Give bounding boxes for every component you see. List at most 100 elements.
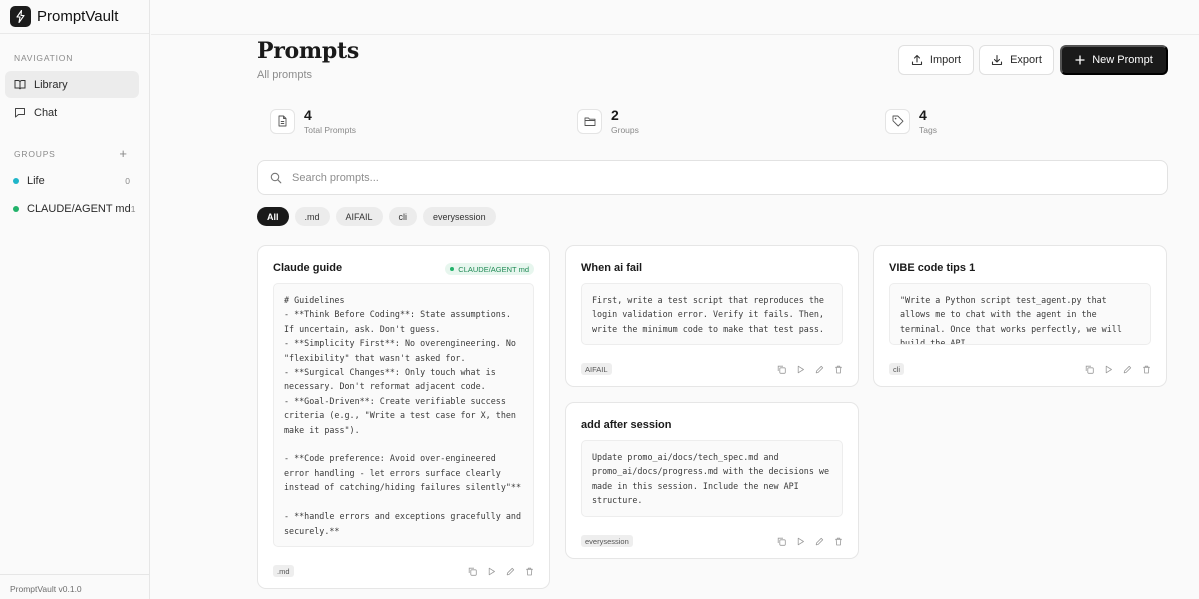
- version-label: PromptVault v0.1.0: [0, 574, 149, 599]
- new-prompt-label: New Prompt: [1092, 54, 1153, 66]
- card-actions: [1075, 365, 1151, 374]
- stat-value: 4: [304, 106, 312, 123]
- page-title: Prompts: [257, 38, 359, 64]
- filter-chip-md[interactable]: .md: [294, 207, 330, 226]
- group-name: Life: [27, 175, 45, 187]
- import-label: Import: [929, 54, 962, 66]
- top-bar: [151, 0, 1199, 35]
- play-icon[interactable]: [796, 537, 805, 546]
- filter-chip-aifail[interactable]: AIFAIL: [335, 207, 383, 226]
- group-color-dot: [13, 206, 19, 212]
- copy-icon[interactable]: [777, 365, 786, 374]
- prompt-title: VIBE code tips 1: [889, 262, 976, 274]
- upload-icon: [911, 54, 922, 66]
- nav-item-library[interactable]: Library: [5, 71, 139, 98]
- play-icon[interactable]: [487, 567, 496, 576]
- plus-icon: [1075, 55, 1085, 65]
- card-actions: [767, 537, 843, 546]
- filter-chip-everysession[interactable]: everysession: [423, 207, 496, 226]
- search-input[interactable]: [292, 171, 1092, 184]
- copy-icon[interactable]: [1085, 365, 1094, 374]
- stat-tags: 4 Tags: [872, 98, 1163, 144]
- stat-value: 2: [611, 106, 619, 123]
- group-badge-label: CLAUDE/AGENT md: [458, 264, 529, 274]
- play-icon[interactable]: [1104, 365, 1113, 374]
- book-icon: [14, 80, 26, 90]
- prompt-title: add after session: [581, 419, 672, 431]
- prompt-body: # Guidelines - **Think Before Coding**: …: [273, 283, 534, 547]
- new-prompt-button[interactable]: New Prompt: [1060, 45, 1168, 75]
- card-footer: everysession: [581, 534, 843, 548]
- app-logo-icon: [10, 6, 31, 27]
- edit-icon[interactable]: [815, 365, 824, 374]
- group-count: 1: [130, 204, 136, 214]
- stat-value: 4: [919, 106, 927, 123]
- prompt-tag[interactable]: cli: [889, 363, 905, 375]
- prompt-title: When ai fail: [581, 262, 643, 274]
- brand[interactable]: PromptVault: [0, 0, 149, 34]
- filter-chip-all[interactable]: All: [257, 207, 289, 226]
- edit-icon[interactable]: [1123, 365, 1132, 374]
- groups-label: GROUPS: [14, 148, 56, 159]
- prompt-tag[interactable]: AIFAIL: [581, 363, 612, 375]
- stat-groups: 2 Groups: [564, 98, 855, 144]
- page-subtitle: All prompts: [257, 69, 313, 81]
- copy-icon[interactable]: [468, 567, 477, 576]
- trash-icon[interactable]: [834, 365, 843, 374]
- stat-label: Total Prompts: [304, 124, 356, 135]
- search-icon: [270, 172, 282, 183]
- nav-item-label: Library: [34, 78, 68, 91]
- export-button[interactable]: Export: [979, 45, 1054, 75]
- play-icon[interactable]: [796, 365, 805, 374]
- trash-icon[interactable]: [1142, 365, 1151, 374]
- trash-icon[interactable]: [834, 537, 843, 546]
- group-item-claude-agent-md[interactable]: CLAUDE/AGENT md 1: [0, 195, 149, 223]
- edit-icon[interactable]: [815, 537, 824, 546]
- group-color-dot: [450, 267, 455, 271]
- document-icon: [270, 108, 295, 134]
- main-content: Prompts All prompts Import Export New Pr…: [151, 0, 1199, 599]
- prompt-tag[interactable]: everysession: [581, 535, 633, 547]
- groups-header: GROUPS +: [0, 146, 149, 161]
- card-footer: AIFAIL: [581, 362, 843, 376]
- app-name: PromptVault: [37, 8, 119, 25]
- stat-label: Groups: [611, 124, 639, 135]
- group-color-dot: [13, 178, 19, 184]
- import-button[interactable]: Import: [898, 45, 974, 75]
- edit-icon[interactable]: [506, 567, 515, 576]
- card-actions: [458, 567, 534, 576]
- stat-label: Tags: [919, 124, 937, 135]
- sidebar: PromptVault NAVIGATION Library Chat GROU…: [0, 0, 150, 599]
- tag-icon: [885, 108, 910, 134]
- trash-icon[interactable]: [525, 567, 534, 576]
- group-item-life[interactable]: Life 0: [0, 167, 149, 195]
- card-footer: .md: [273, 564, 534, 578]
- groups-list: Life 0 CLAUDE/AGENT md 1: [0, 167, 149, 223]
- prompt-title: Claude guide: [273, 262, 343, 274]
- group-name: CLAUDE/AGENT md: [27, 203, 131, 215]
- card-footer: cli: [889, 362, 1151, 376]
- search-bar[interactable]: [257, 160, 1168, 195]
- export-label: Export: [1010, 54, 1042, 66]
- tag-filters: All .md AIFAIL cli everysession: [257, 207, 502, 226]
- add-group-button[interactable]: +: [119, 146, 127, 161]
- prompt-tag[interactable]: .md: [273, 565, 294, 577]
- prompt-body: "Write a Python script test_agent.py tha…: [889, 283, 1151, 345]
- nav-item-label: Chat: [34, 106, 58, 119]
- prompt-body: First, write a test script that reproduc…: [581, 283, 843, 345]
- prompt-card[interactable]: add after session Update promo_ai/docs/t…: [565, 402, 859, 559]
- group-badge: CLAUDE/AGENT md: [445, 263, 534, 275]
- group-count: 0: [125, 176, 130, 186]
- card-actions: [767, 365, 843, 374]
- nav-item-chat[interactable]: Chat: [5, 99, 139, 126]
- filter-chip-cli[interactable]: cli: [388, 207, 418, 226]
- prompt-card[interactable]: Claude guide CLAUDE/AGENT md # Guideline…: [257, 245, 550, 589]
- prompt-card[interactable]: When ai fail First, write a test script …: [565, 245, 859, 387]
- navigation-label: NAVIGATION: [14, 53, 74, 63]
- download-icon: [992, 54, 1003, 66]
- folder-icon: [577, 108, 602, 134]
- stat-total-prompts: 4 Total Prompts: [257, 98, 548, 144]
- prompt-body: Update promo_ai/docs/tech_spec.md and pr…: [581, 440, 843, 517]
- prompt-card[interactable]: VIBE code tips 1 "Write a Python script …: [873, 245, 1167, 387]
- copy-icon[interactable]: [777, 537, 786, 546]
